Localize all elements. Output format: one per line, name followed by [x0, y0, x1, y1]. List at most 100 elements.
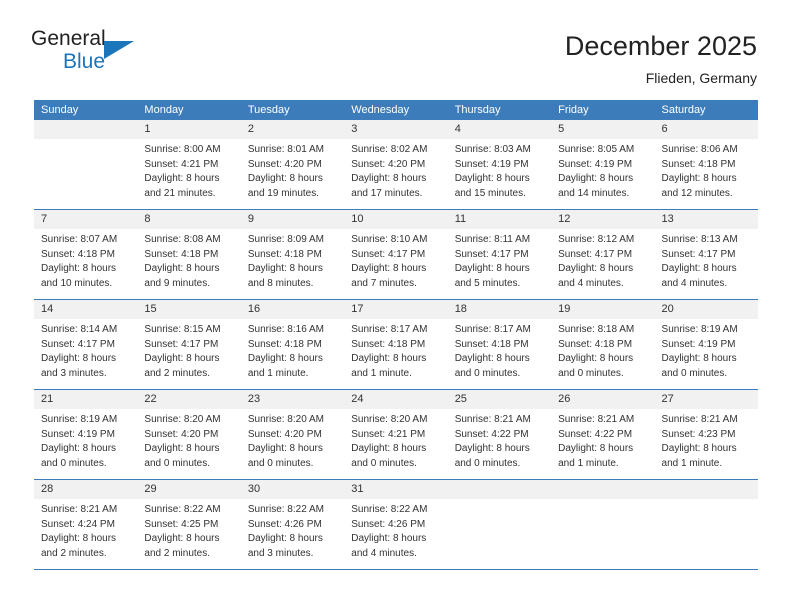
daylight-text: and 17 minutes.	[351, 187, 423, 199]
day-cell[interactable]: 2 Sunrise: 8:01 AM Sunset: 4:20 PM Daylight…	[240, 120, 345, 209]
sunrise-text: Sunrise: 8:01 AM	[247, 144, 324, 155]
day-detail-lines: Sunrise: 8:21 AM Sunset: 4:24 PM Daylight:…	[34, 499, 137, 561]
day-detail-lines: Sunrise: 8:19 AM Sunset: 4:19 PM Daylight:…	[34, 409, 137, 471]
daylight-text: Daylight: 8 hours	[144, 263, 220, 274]
sunset-text: Sunset: 4:17 PM	[41, 338, 115, 350]
day-cell[interactable]: 15 Sunrise: 8:15 AM Sunset: 4:17 PM Dayligh…	[137, 300, 241, 389]
daylight-text: Daylight: 8 hours	[41, 263, 117, 274]
sunset-text: Sunset: 4:26 PM	[247, 518, 322, 530]
daylight-text: and 5 minutes.	[454, 277, 521, 289]
day-number: 18	[447, 300, 552, 319]
day-cell[interactable]: 13 Sunrise: 8:13 AM Sunset: 4:17 PM Dayligh…	[654, 210, 758, 299]
sunset-text: Sunset: 4:18 PM	[558, 338, 633, 350]
day-cell[interactable]: 28 Sunrise: 8:21 AM Sunset: 4:24 PM Dayligh…	[34, 480, 138, 569]
day-detail-lines: Sunrise: 8:13 AM Sunset: 4:17 PM Daylight:…	[655, 229, 758, 291]
day-cell[interactable]: 31 Sunrise: 8:22 AM Sunset: 4:26 PM Dayligh…	[344, 480, 448, 569]
day-cell[interactable]: 5 Sunrise: 8:05 AM Sunset: 4:19 PM Daylight…	[551, 120, 655, 209]
weekday-header-row: Sunday Monday Tuesday Wednesday Thursday Frid…	[34, 100, 758, 120]
day-number: 23	[240, 390, 345, 409]
day-detail-lines: Sunrise: 8:12 AM Sunset: 4:17 PM Daylight:…	[551, 229, 654, 291]
day-cell[interactable]: 8 Sunrise: 8:08 AM Sunset: 4:18 PM Daylight…	[137, 210, 241, 299]
day-detail-lines: Sunrise: 8:16 AM Sunset: 4:18 PM Daylight:…	[241, 319, 344, 381]
day-cell[interactable]: 4 Sunrise: 8:03 AM Sunset: 4:19 PM Daylight…	[447, 120, 552, 209]
day-number: 20	[654, 300, 758, 319]
daylight-text: and 3 minutes.	[41, 367, 107, 379]
sunrise-text: Sunrise: 8:10 AM	[351, 234, 428, 245]
day-detail-lines: Sunrise: 8:08 AM Sunset: 4:18 PM Daylight:…	[137, 229, 240, 291]
daylight-text: Daylight: 8 hours	[351, 443, 427, 454]
day-number: 1	[137, 120, 241, 139]
day-cell[interactable]: 14 Sunrise: 8:14 AM Sunset: 4:17 PM Dayligh…	[34, 300, 138, 389]
day-cell[interactable]: 19 Sunrise: 8:18 AM Sunset: 4:18 PM Dayligh…	[551, 300, 655, 389]
daylight-text: Daylight: 8 hours	[454, 353, 530, 364]
day-cell[interactable]: 1 Sunrise: 8:00 AM Sunset: 4:21 PM Daylight…	[137, 120, 241, 209]
day-cell[interactable]: 21 Sunrise: 8:19 AM Sunset: 4:19 PM Dayligh…	[34, 390, 138, 479]
day-detail-lines: Sunrise: 8:17 AM Sunset: 4:18 PM Daylight:…	[448, 319, 551, 381]
day-detail-lines: Sunrise: 8:17 AM Sunset: 4:18 PM Daylight:…	[344, 319, 447, 381]
day-number: 3	[344, 120, 448, 139]
day-cell[interactable]: 3 Sunrise: 8:02 AM Sunset: 4:20 PM Daylight…	[344, 120, 448, 209]
day-cell-empty	[551, 480, 655, 569]
sunset-text: Sunset: 4:18 PM	[351, 338, 426, 350]
day-cell[interactable]: 22 Sunrise: 8:20 AM Sunset: 4:20 PM Dayligh…	[137, 390, 241, 479]
sunrise-text: Sunrise: 8:18 AM	[558, 324, 635, 335]
daylight-text: Daylight: 8 hours	[661, 173, 737, 184]
sunrise-text: Sunrise: 8:22 AM	[144, 504, 221, 515]
sunrise-text: Sunrise: 8:13 AM	[661, 234, 738, 245]
sunset-text: Sunset: 4:26 PM	[351, 518, 426, 530]
day-cell[interactable]: 12 Sunrise: 8:12 AM Sunset: 4:17 PM Dayligh…	[551, 210, 655, 299]
daylight-text: Daylight: 8 hours	[351, 533, 427, 544]
sunset-text: Sunset: 4:19 PM	[41, 428, 115, 440]
day-detail-lines	[551, 499, 654, 503]
daylight-text: and 0 minutes.	[661, 367, 728, 379]
day-number: 30	[240, 480, 345, 499]
day-cell[interactable]: 17 Sunrise: 8:17 AM Sunset: 4:18 PM Dayligh…	[344, 300, 448, 389]
day-cell[interactable]: 26 Sunrise: 8:21 AM Sunset: 4:22 PM Dayligh…	[551, 390, 655, 479]
sunset-text: Sunset: 4:18 PM	[247, 338, 322, 350]
daylight-text: and 19 minutes.	[247, 187, 320, 199]
day-cell[interactable]: 27 Sunrise: 8:21 AM Sunset: 4:23 PM Dayligh…	[654, 390, 758, 479]
logo-general-blue[interactable]: General Blue	[31, 28, 146, 80]
day-cell[interactable]: 16 Sunrise: 8:16 AM Sunset: 4:18 PM Dayligh…	[240, 300, 345, 389]
daylight-text: Daylight: 8 hours	[247, 173, 323, 184]
daylight-text: Daylight: 8 hours	[247, 443, 323, 454]
day-cell[interactable]: 9 Sunrise: 8:09 AM Sunset: 4:18 PM Daylight…	[240, 210, 345, 299]
day-cell[interactable]: 6 Sunrise: 8:06 AM Sunset: 4:18 PM Daylight…	[654, 120, 758, 209]
daylight-text: and 1 minute.	[661, 457, 723, 469]
sunset-text: Sunset: 4:18 PM	[41, 248, 115, 260]
sunrise-text: Sunrise: 8:14 AM	[41, 324, 118, 335]
day-cell[interactable]: 7 Sunrise: 8:07 AM Sunset: 4:18 PM Daylight…	[34, 210, 138, 299]
sunset-text: Sunset: 4:20 PM	[144, 428, 219, 440]
day-cell[interactable]: 11 Sunrise: 8:11 AM Sunset: 4:17 PM Dayligh…	[447, 210, 552, 299]
day-cell[interactable]: 29 Sunrise: 8:22 AM Sunset: 4:25 PM Dayligh…	[137, 480, 241, 569]
sunrise-text: Sunrise: 8:20 AM	[247, 414, 324, 425]
day-cell[interactable]: 10 Sunrise: 8:10 AM Sunset: 4:17 PM Dayligh…	[344, 210, 448, 299]
weekday-header-saturday: Saturday	[661, 104, 706, 116]
sunset-text: Sunset: 4:22 PM	[454, 428, 529, 440]
sunset-text: Sunset: 4:24 PM	[41, 518, 115, 530]
calendar-week-row: 1 Sunrise: 8:00 AM Sunset: 4:21 PM Daylight…	[34, 120, 758, 210]
day-number: 24	[344, 390, 448, 409]
day-number: 4	[447, 120, 552, 139]
day-cell[interactable]: 24 Sunrise: 8:20 AM Sunset: 4:21 PM Dayligh…	[344, 390, 448, 479]
day-detail-lines: Sunrise: 8:22 AM Sunset: 4:26 PM Daylight:…	[344, 499, 447, 561]
day-number: 16	[240, 300, 345, 319]
day-number: 6	[654, 120, 758, 139]
day-detail-lines	[448, 499, 551, 503]
day-cell[interactable]: 25 Sunrise: 8:21 AM Sunset: 4:22 PM Dayligh…	[447, 390, 552, 479]
sunset-text: Sunset: 4:19 PM	[454, 158, 529, 170]
day-number	[34, 120, 138, 139]
day-detail-lines: Sunrise: 8:20 AM Sunset: 4:21 PM Daylight:…	[344, 409, 447, 471]
day-number: 15	[137, 300, 241, 319]
daylight-text: and 0 minutes.	[558, 367, 624, 379]
daylight-text: Daylight: 8 hours	[144, 533, 220, 544]
day-cell[interactable]: 30 Sunrise: 8:22 AM Sunset: 4:26 PM Dayligh…	[240, 480, 345, 569]
day-number	[551, 480, 655, 499]
day-cell[interactable]: 20 Sunrise: 8:19 AM Sunset: 4:19 PM Dayligh…	[654, 300, 758, 389]
day-cell[interactable]: 18 Sunrise: 8:17 AM Sunset: 4:18 PM Dayligh…	[447, 300, 552, 389]
weekday-header-monday: Monday	[144, 104, 184, 116]
day-cell[interactable]: 23 Sunrise: 8:20 AM Sunset: 4:20 PM Dayligh…	[240, 390, 345, 479]
daylight-text: and 0 minutes.	[454, 367, 521, 379]
daylight-text: and 10 minutes.	[41, 277, 113, 289]
sunset-text: Sunset: 4:20 PM	[351, 158, 426, 170]
